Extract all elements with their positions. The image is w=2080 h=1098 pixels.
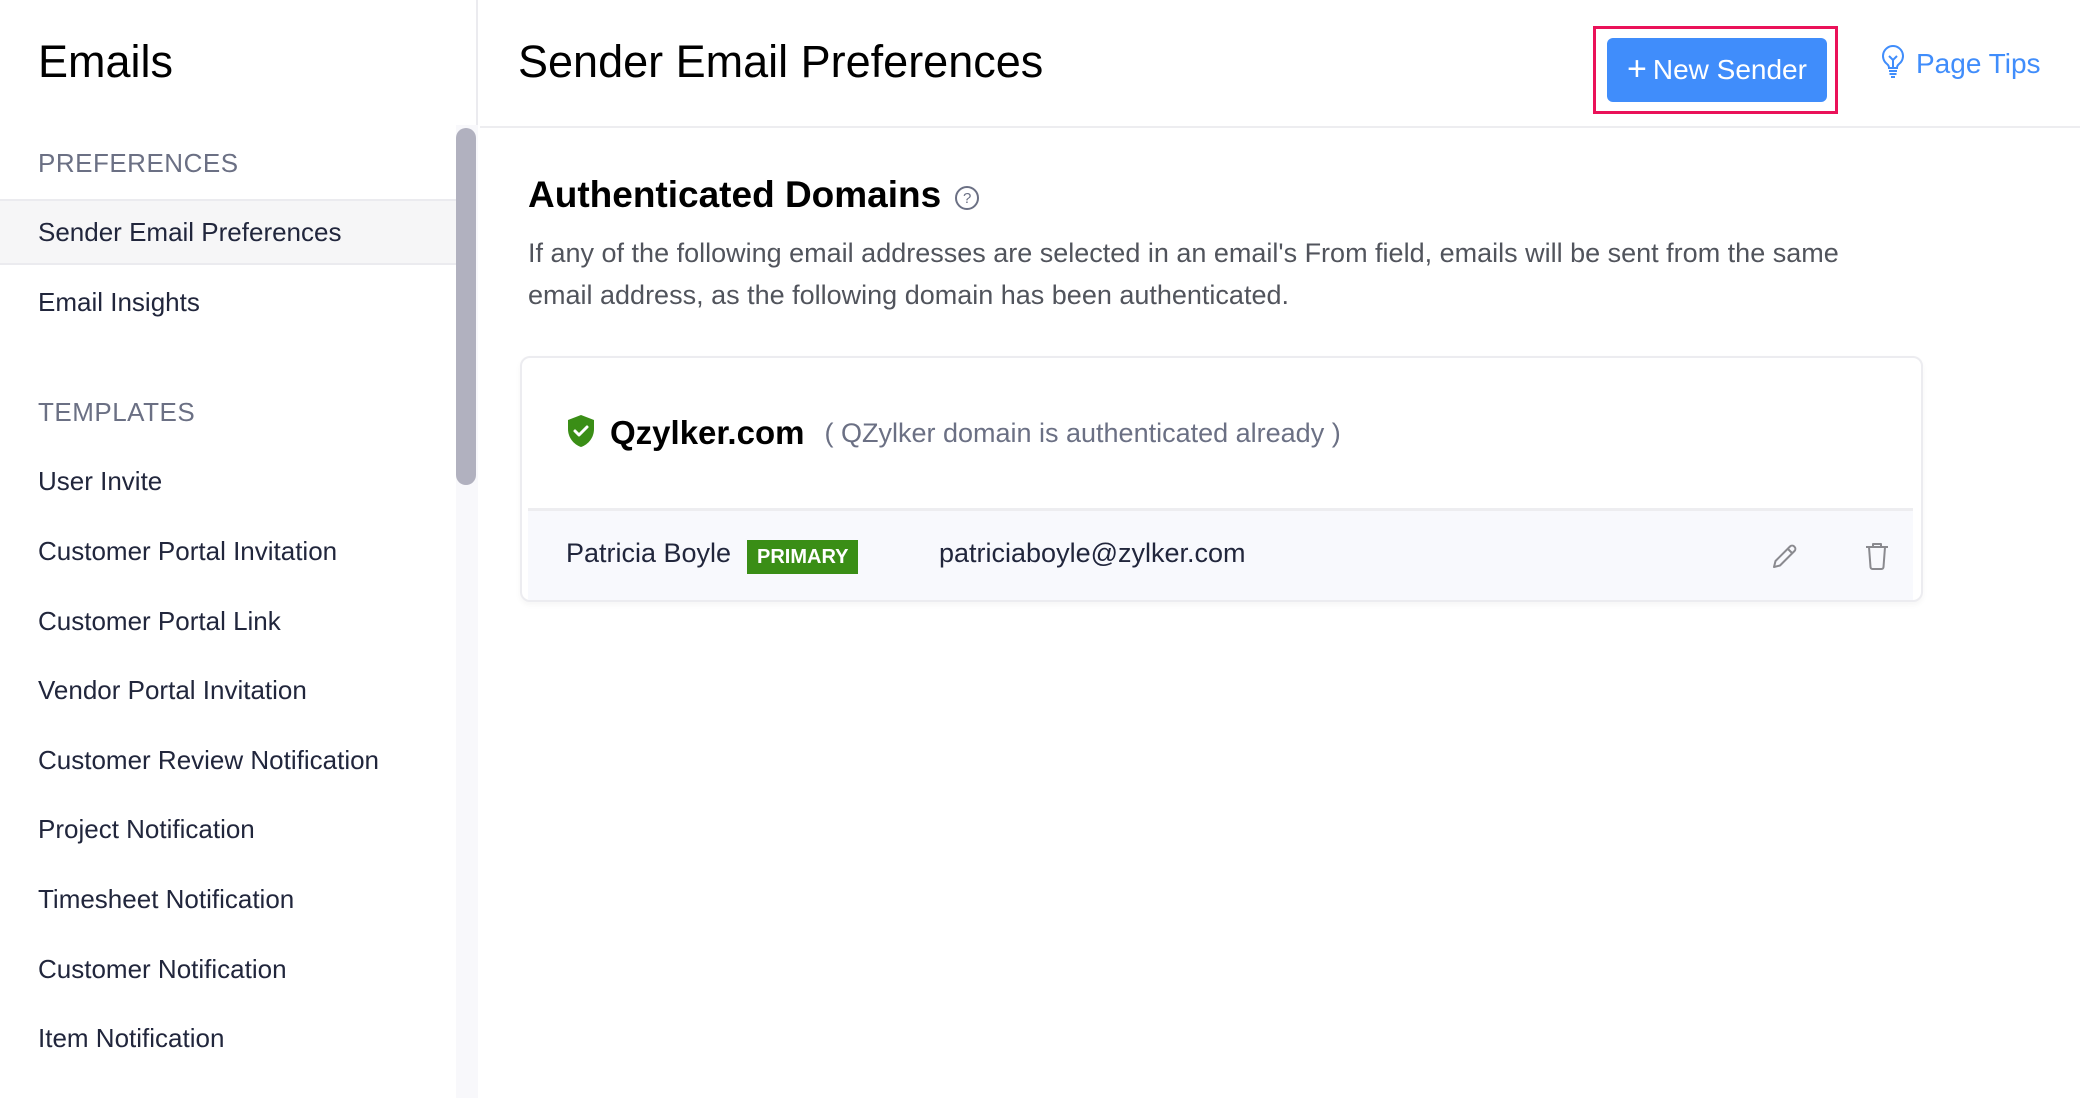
sender-row: Patricia Boyle PRIMARY patriciaboyle@zyl… [528,508,1913,600]
domain-status-note: ( QZylker domain is authenticated alread… [824,417,1341,448]
primary-badge: PRIMARY [747,540,859,574]
sidebar-item-customer-portal-invitation[interactable]: Customer Portal Invitation [0,518,456,584]
sidebar-item-customer-review-notification[interactable]: Customer Review Notification [0,727,456,793]
edit-icon[interactable] [1768,539,1802,573]
new-sender-button[interactable]: + New Sender [1607,38,1827,102]
sidebar-item-email-insights[interactable]: Email Insights [0,269,456,335]
page-tips-label: Page Tips [1916,48,2041,79]
question-circle-icon[interactable]: ? [955,186,980,210]
sidebar-item-customer-portal-link[interactable]: Customer Portal Link [0,588,456,654]
sidebar-scrollbar-thumb[interactable] [456,128,476,485]
lightbulb-icon [1880,44,1906,85]
plus-icon: + [1627,49,1647,88]
section-label-preferences: PREFERENCES [38,148,239,178]
sidebar-item-vendor-portal-invitation[interactable]: Vendor Portal Invitation [0,657,456,723]
section-heading: Authenticated Domains ? [528,174,980,216]
trash-icon[interactable] [1860,539,1894,573]
page-title: Sender Email Preferences [518,36,1044,87]
sidebar-title: Emails [38,36,174,87]
sidebar-item-project-notification[interactable]: Project Notification [0,796,456,862]
authenticated-domains-heading: Authenticated Domains [528,174,942,215]
new-sender-label: New Sender [1652,54,1807,85]
section-label-templates: TEMPLATES [38,397,196,427]
page-tips-link[interactable]: Page Tips [1880,44,2041,84]
domain-name: Qzylker.com [610,414,805,451]
domain-card: Qzylker.com ( QZylker domain is authenti… [520,356,1923,602]
sender-name: Patricia Boyle [566,538,732,568]
sender-email: patriciaboyle@zylker.com [939,538,1246,568]
sidebar-item-item-notification[interactable]: Item Notification [0,1005,456,1071]
sidebar-item-sender-email-preferences[interactable]: Sender Email Preferences [0,199,456,265]
section-description: If any of the following email addresses … [528,238,1839,310]
shield-check-icon [566,414,596,453]
sidebar-item-timesheet-notification[interactable]: Timesheet Notification [0,866,456,932]
page-header: Sender Email Preferences + New Sender Pa… [480,0,2080,128]
sidebar-item-customer-notification[interactable]: Customer Notification [0,936,456,1002]
sidebar-item-user-invite[interactable]: User Invite [0,448,456,514]
sidebar: Emails PREFERENCES Sender Email Preferen… [0,0,478,1098]
domain-header: Qzylker.com ( QZylker domain is authenti… [522,358,1921,508]
